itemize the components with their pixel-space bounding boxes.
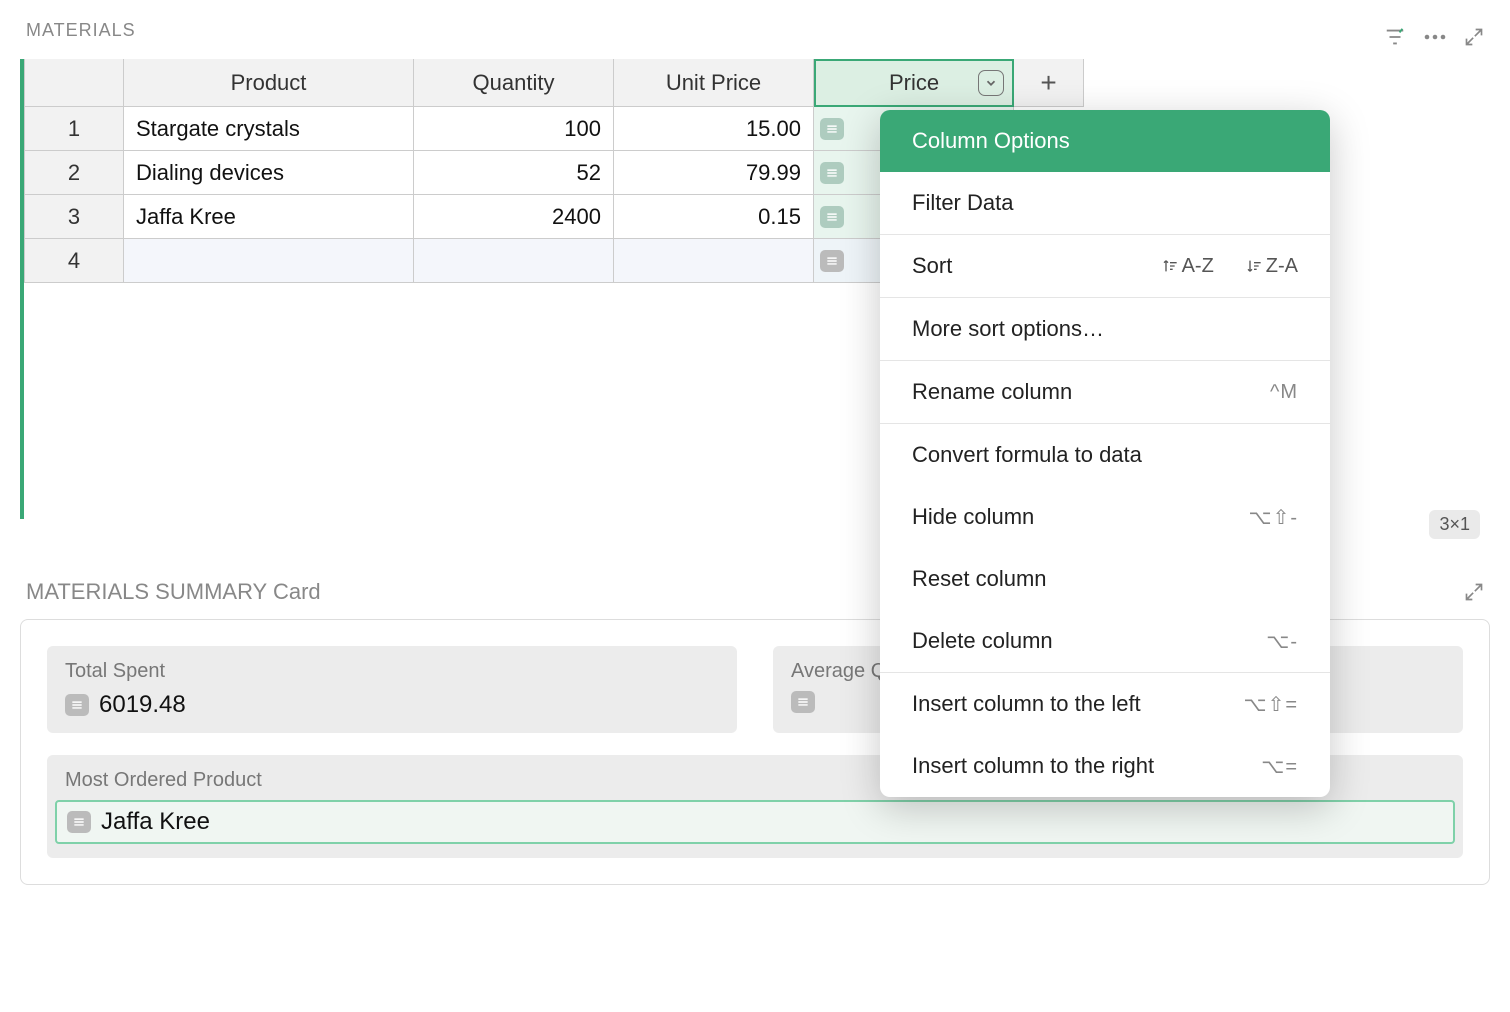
formula-icon — [65, 694, 89, 716]
col-header-price[interactable]: Price — [814, 59, 1014, 107]
cell-qty[interactable]: 52 — [414, 151, 614, 195]
row-num[interactable]: 1 — [24, 107, 124, 151]
filter-icon[interactable] — [1384, 26, 1406, 48]
section-title-summary: MATERIALS SUMMARY Card — [26, 579, 321, 605]
menu-filter-data[interactable]: Filter Data — [880, 172, 1330, 234]
shortcut: ⌥- — [1266, 629, 1298, 654]
cell-unit[interactable]: 0.15 — [614, 195, 814, 239]
menu-sort-label: Sort — [912, 253, 952, 279]
shortcut: ^M — [1270, 381, 1298, 404]
sort-desc-button[interactable]: Z-A — [1246, 255, 1298, 278]
selection-dimensions: 3×1 — [1429, 510, 1480, 539]
menu-hide-column[interactable]: Hide column⌥⇧- — [880, 486, 1330, 548]
row-num[interactable]: 2 — [24, 151, 124, 195]
menu-insert-right[interactable]: Insert column to the right⌥= — [880, 735, 1330, 797]
menu-rename-column[interactable]: Rename column^M — [880, 361, 1330, 423]
more-icon[interactable] — [1424, 33, 1446, 41]
menu-sort: Sort A-Z Z-A — [880, 235, 1330, 297]
col-header-quantity[interactable]: Quantity — [414, 59, 614, 107]
formula-icon — [67, 811, 91, 833]
formula-icon — [820, 250, 844, 272]
cell-product[interactable]: Jaffa Kree — [124, 195, 414, 239]
section-title-materials: MATERIALS — [26, 20, 136, 41]
cell-product[interactable] — [124, 239, 414, 283]
cell-qty[interactable]: 2400 — [414, 195, 614, 239]
expand-icon[interactable] — [1464, 27, 1484, 47]
expand-icon[interactable] — [1464, 582, 1484, 602]
row-num[interactable]: 4 — [24, 239, 124, 283]
formula-icon — [820, 118, 844, 140]
add-column-button[interactable]: + — [1014, 59, 1084, 107]
cell-unit[interactable] — [614, 239, 814, 283]
menu-insert-left[interactable]: Insert column to the left⌥⇧= — [880, 673, 1330, 735]
shortcut: ⌥⇧= — [1244, 692, 1298, 717]
menu-more-sort[interactable]: More sort options… — [880, 298, 1330, 360]
sort-asc-button[interactable]: A-Z — [1162, 255, 1214, 278]
col-header-price-label: Price — [889, 70, 939, 96]
shortcut: ⌥⇧- — [1249, 505, 1298, 530]
chevron-down-icon[interactable] — [978, 70, 1004, 96]
cell-product[interactable]: Stargate crystals — [124, 107, 414, 151]
column-context-menu: Column Options Filter Data Sort A-Z Z-A … — [880, 110, 1330, 797]
menu-convert-formula[interactable]: Convert formula to data — [880, 424, 1330, 486]
card-label: Total Spent — [65, 660, 719, 683]
menu-column-options[interactable]: Column Options — [880, 110, 1330, 172]
cell-unit[interactable]: 15.00 — [614, 107, 814, 151]
menu-reset-column[interactable]: Reset column — [880, 548, 1330, 610]
total-spent-card[interactable]: Total Spent 6019.48 — [47, 646, 737, 733]
formula-icon — [820, 162, 844, 184]
cell-qty[interactable] — [414, 239, 614, 283]
cell-qty[interactable]: 100 — [414, 107, 614, 151]
row-num[interactable]: 3 — [24, 195, 124, 239]
corner-header[interactable] — [24, 59, 124, 107]
cell-product[interactable]: Dialing devices — [124, 151, 414, 195]
card-value: Jaffa Kree — [101, 808, 210, 836]
col-header-unit-price[interactable]: Unit Price — [614, 59, 814, 107]
col-header-product[interactable]: Product — [124, 59, 414, 107]
card-value: 6019.48 — [99, 691, 186, 719]
menu-delete-column[interactable]: Delete column⌥- — [880, 610, 1330, 672]
shortcut: ⌥= — [1261, 754, 1298, 779]
formula-icon — [820, 206, 844, 228]
formula-icon — [791, 691, 815, 713]
cell-unit[interactable]: 79.99 — [614, 151, 814, 195]
